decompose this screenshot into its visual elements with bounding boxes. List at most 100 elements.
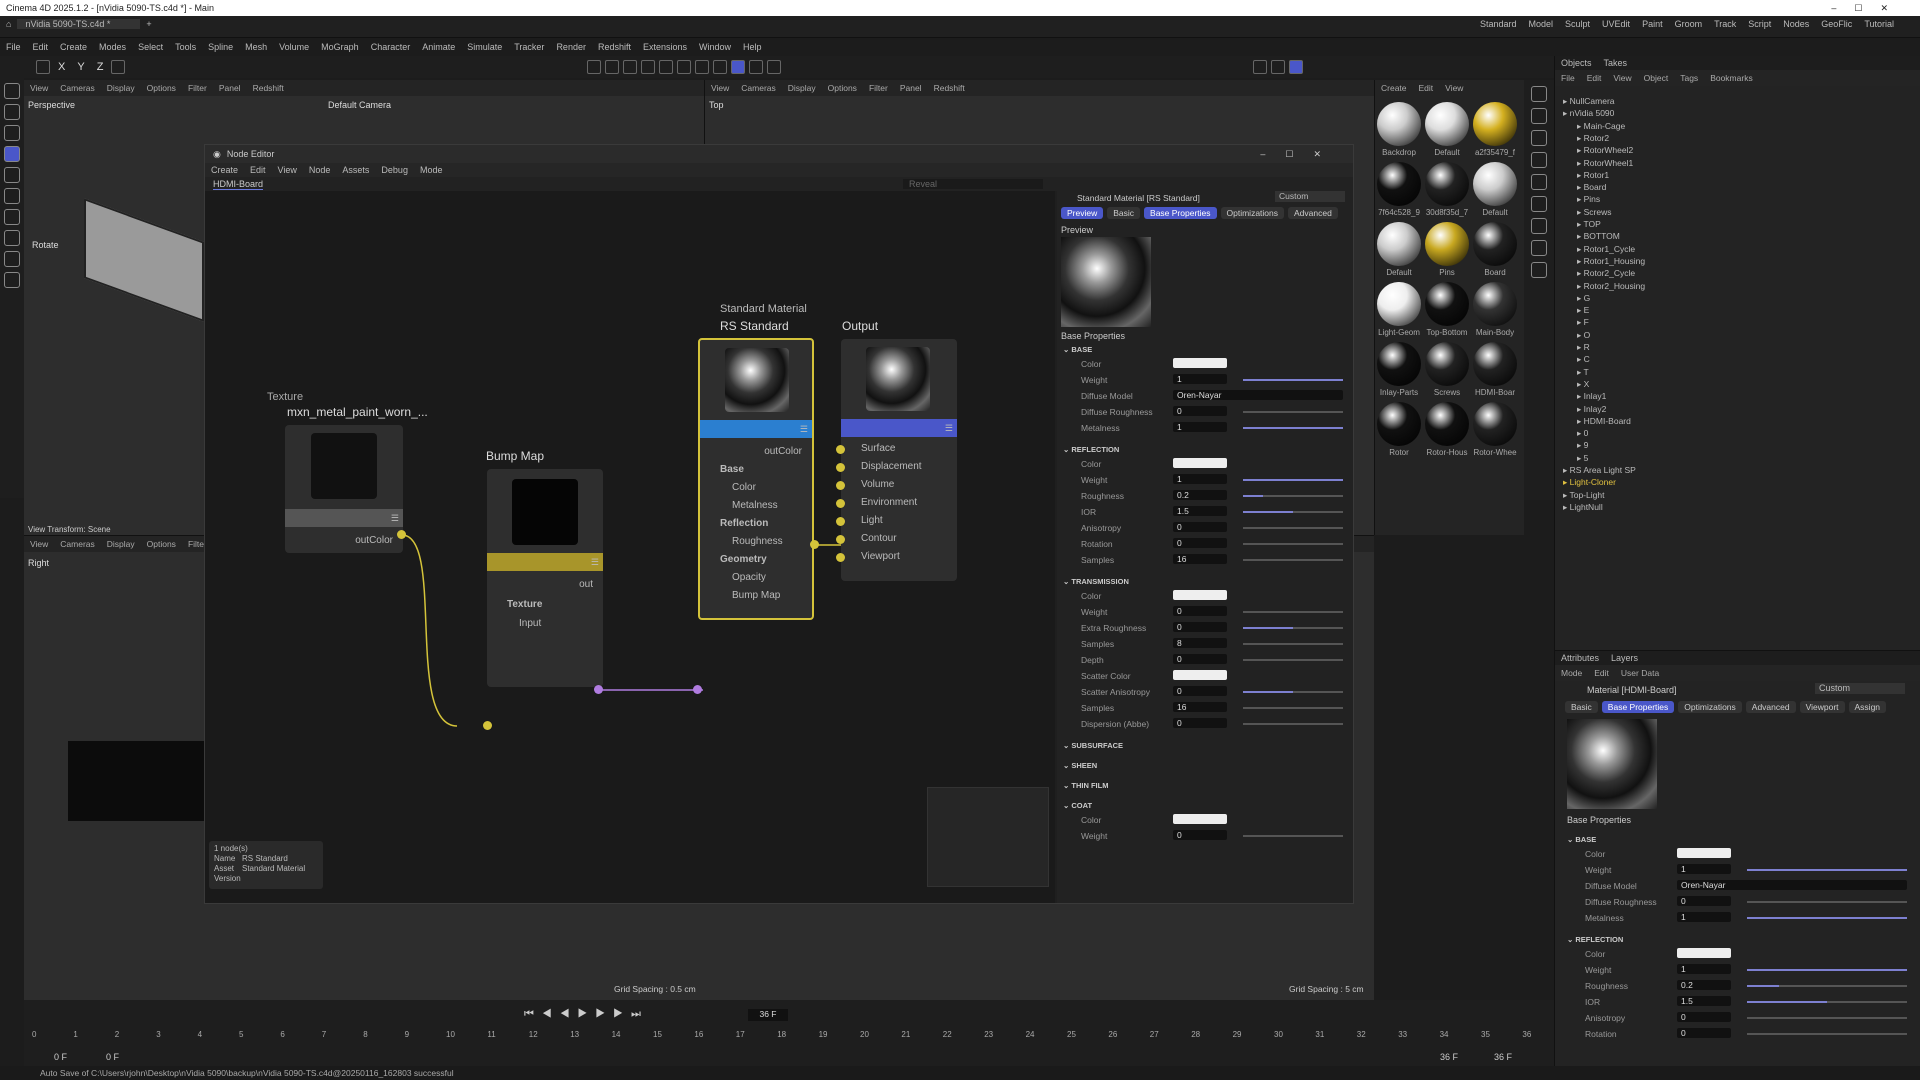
select-icon[interactable] <box>4 104 20 120</box>
material-ball-6[interactable] <box>1377 222 1421 266</box>
attr-reflection-slider-1[interactable] <box>1747 969 1907 971</box>
output-port-0[interactable]: Surface <box>861 443 895 454</box>
ne-reflection-field-5[interactable]: 0 <box>1173 538 1227 548</box>
std-bump-dot[interactable] <box>693 685 702 694</box>
ne-transmission-field-1[interactable]: 0 <box>1173 606 1227 616</box>
std-port-roughness[interactable]: Roughness <box>732 536 783 547</box>
std-group-geometry[interactable]: Geometry <box>720 554 767 565</box>
viewport-right-menu-item-1[interactable]: Cameras <box>54 539 100 549</box>
attr-reflection-field-3[interactable]: 1.5 <box>1677 996 1731 1006</box>
attr-reflection-field-0[interactable] <box>1677 948 1731 958</box>
menu-item-18[interactable]: Help <box>737 42 768 52</box>
camera-name[interactable]: Default Camera <box>328 100 391 110</box>
reveal-search[interactable]: Reveal <box>903 179 1044 189</box>
transform-icon[interactable] <box>4 188 20 204</box>
rotate-tool-icon[interactable] <box>4 146 20 162</box>
object-row-11[interactable]: ▸ BOTTOM <box>1577 231 1620 242</box>
attr-base-slider-1[interactable] <box>1747 869 1907 871</box>
std-out-dot[interactable] <box>810 540 819 549</box>
move-icon[interactable] <box>4 125 20 141</box>
material-label-11[interactable]: Main-Body <box>1471 328 1519 337</box>
material-label-0[interactable]: Backdrop <box>1375 148 1423 157</box>
document-tab[interactable]: nVidia 5090-TS.c4d * <box>17 19 141 29</box>
menu-item-8[interactable]: Volume <box>273 42 315 52</box>
render-icon[interactable] <box>587 60 602 74</box>
object-row-12[interactable]: ▸ Rotor1_Cycle <box>1577 244 1635 255</box>
layout-tab-10[interactable]: Tutorial <box>1858 19 1900 29</box>
layout-tab-6[interactable]: Track <box>1708 19 1742 29</box>
menu-item-6[interactable]: Spline <box>202 42 239 52</box>
ne-coat-field-0[interactable] <box>1173 814 1227 824</box>
material-ball-3[interactable] <box>1377 162 1421 206</box>
object-row-28[interactable]: ▸ 9 <box>1577 440 1588 451</box>
output-port-dot-1[interactable] <box>836 463 845 472</box>
cloner-icon[interactable] <box>1531 174 1547 190</box>
object-row-21[interactable]: ▸ C <box>1577 354 1590 365</box>
std-out-port[interactable]: outColor <box>764 446 802 457</box>
render-view-icon[interactable] <box>1271 60 1286 74</box>
node-menu-icon[interactable]: ☰ <box>591 557 599 568</box>
object-row-13[interactable]: ▸ Rotor1_Housing <box>1577 256 1645 267</box>
attr-subtab-0[interactable]: Basic <box>1565 701 1598 713</box>
node-menu-icon[interactable]: ☰ <box>391 513 399 524</box>
material-label-7[interactable]: Pins <box>1423 268 1471 277</box>
material-label-9[interactable]: Light-Geom <box>1375 328 1423 337</box>
ne-transmission-slider-4[interactable] <box>1243 659 1343 661</box>
ne-attr-mode-select[interactable]: Custom <box>1275 191 1345 202</box>
material-ball-13[interactable] <box>1425 342 1469 386</box>
node-editor-menu-item-6[interactable]: Mode <box>414 165 449 175</box>
std-group-base[interactable]: Base <box>720 464 744 475</box>
material-ball-12[interactable] <box>1377 342 1421 386</box>
menu-item-16[interactable]: Extensions <box>637 42 693 52</box>
ne-attr-tab-3[interactable]: Optimizations <box>1220 207 1285 219</box>
object-row-32[interactable]: ▸ Top-Light <box>1563 490 1604 501</box>
layout-tab-3[interactable]: UVEdit <box>1596 19 1636 29</box>
object-row-14[interactable]: ▸ Rotor2_Cycle <box>1577 268 1635 279</box>
menu-item-13[interactable]: Tracker <box>508 42 550 52</box>
menu-item-11[interactable]: Animate <box>416 42 461 52</box>
cube-tool-icon[interactable] <box>1531 86 1547 102</box>
attr-reflection-slider-4[interactable] <box>1747 1017 1907 1019</box>
material-ball-10[interactable] <box>1425 282 1469 326</box>
ne-transmission-field-8[interactable]: 0 <box>1173 718 1227 728</box>
layout-tab-8[interactable]: Nodes <box>1777 19 1815 29</box>
bump-node-bar[interactable]: ☰ <box>487 553 603 571</box>
snap-icon[interactable] <box>713 60 728 74</box>
material-ball-0[interactable] <box>1377 102 1421 146</box>
viewport-menu-item-0[interactable]: View <box>24 83 54 93</box>
output-port-4[interactable]: Light <box>861 515 883 526</box>
output-port-dot-3[interactable] <box>836 499 845 508</box>
object-row-29[interactable]: ▸ 5 <box>1577 453 1588 464</box>
ne-transmission-slider-1[interactable] <box>1243 611 1343 613</box>
node-editor-menu-item-3[interactable]: Node <box>303 165 337 175</box>
ne-reflection-section[interactable]: ⌄ REFLECTION <box>1063 445 1119 454</box>
sim-icon[interactable] <box>1531 262 1547 278</box>
object-row-4[interactable]: ▸ RotorWheel2 <box>1577 145 1633 156</box>
material-ball-7[interactable] <box>1425 222 1469 266</box>
menu-item-7[interactable]: Mesh <box>239 42 273 52</box>
viewport-top-menu-item-5[interactable]: Panel <box>894 83 928 93</box>
object-row-22[interactable]: ▸ T <box>1577 367 1589 378</box>
object-row-17[interactable]: ▸ E <box>1577 305 1589 316</box>
object-row-33[interactable]: ▸ LightNull <box>1563 502 1603 513</box>
ne-transmission-field-4[interactable]: 0 <box>1173 654 1227 664</box>
ne-transmission-slider-6[interactable] <box>1243 691 1343 693</box>
material-label-8[interactable]: Board <box>1471 268 1519 277</box>
object-row-8[interactable]: ▸ Pins <box>1577 194 1600 205</box>
output-port-dot-0[interactable] <box>836 445 845 454</box>
ne-coat-section[interactable]: ⌄ COAT <box>1063 801 1092 810</box>
material-menu-item-2[interactable]: View <box>1439 83 1469 93</box>
ne-sheen-section[interactable]: ⌄ SHEEN <box>1063 761 1097 770</box>
ne-reflection-field-4[interactable]: 0 <box>1173 522 1227 532</box>
material-ball-1[interactable] <box>1425 102 1469 146</box>
material-label-13[interactable]: Screws <box>1423 388 1471 397</box>
output-port-dot-5[interactable] <box>836 535 845 544</box>
ne-reflection-slider-3[interactable] <box>1243 511 1343 513</box>
knife-icon[interactable] <box>4 209 20 225</box>
coordinate-icon[interactable] <box>111 60 126 74</box>
material-label-14[interactable]: HDMI-Boar <box>1471 388 1519 397</box>
viewport-menu-item-4[interactable]: Filter <box>182 83 213 93</box>
ne-transmission-field-2[interactable]: 0 <box>1173 622 1227 632</box>
object-row-27[interactable]: ▸ 0 <box>1577 428 1588 439</box>
object-row-30[interactable]: ▸ RS Area Light SP <box>1563 465 1636 476</box>
